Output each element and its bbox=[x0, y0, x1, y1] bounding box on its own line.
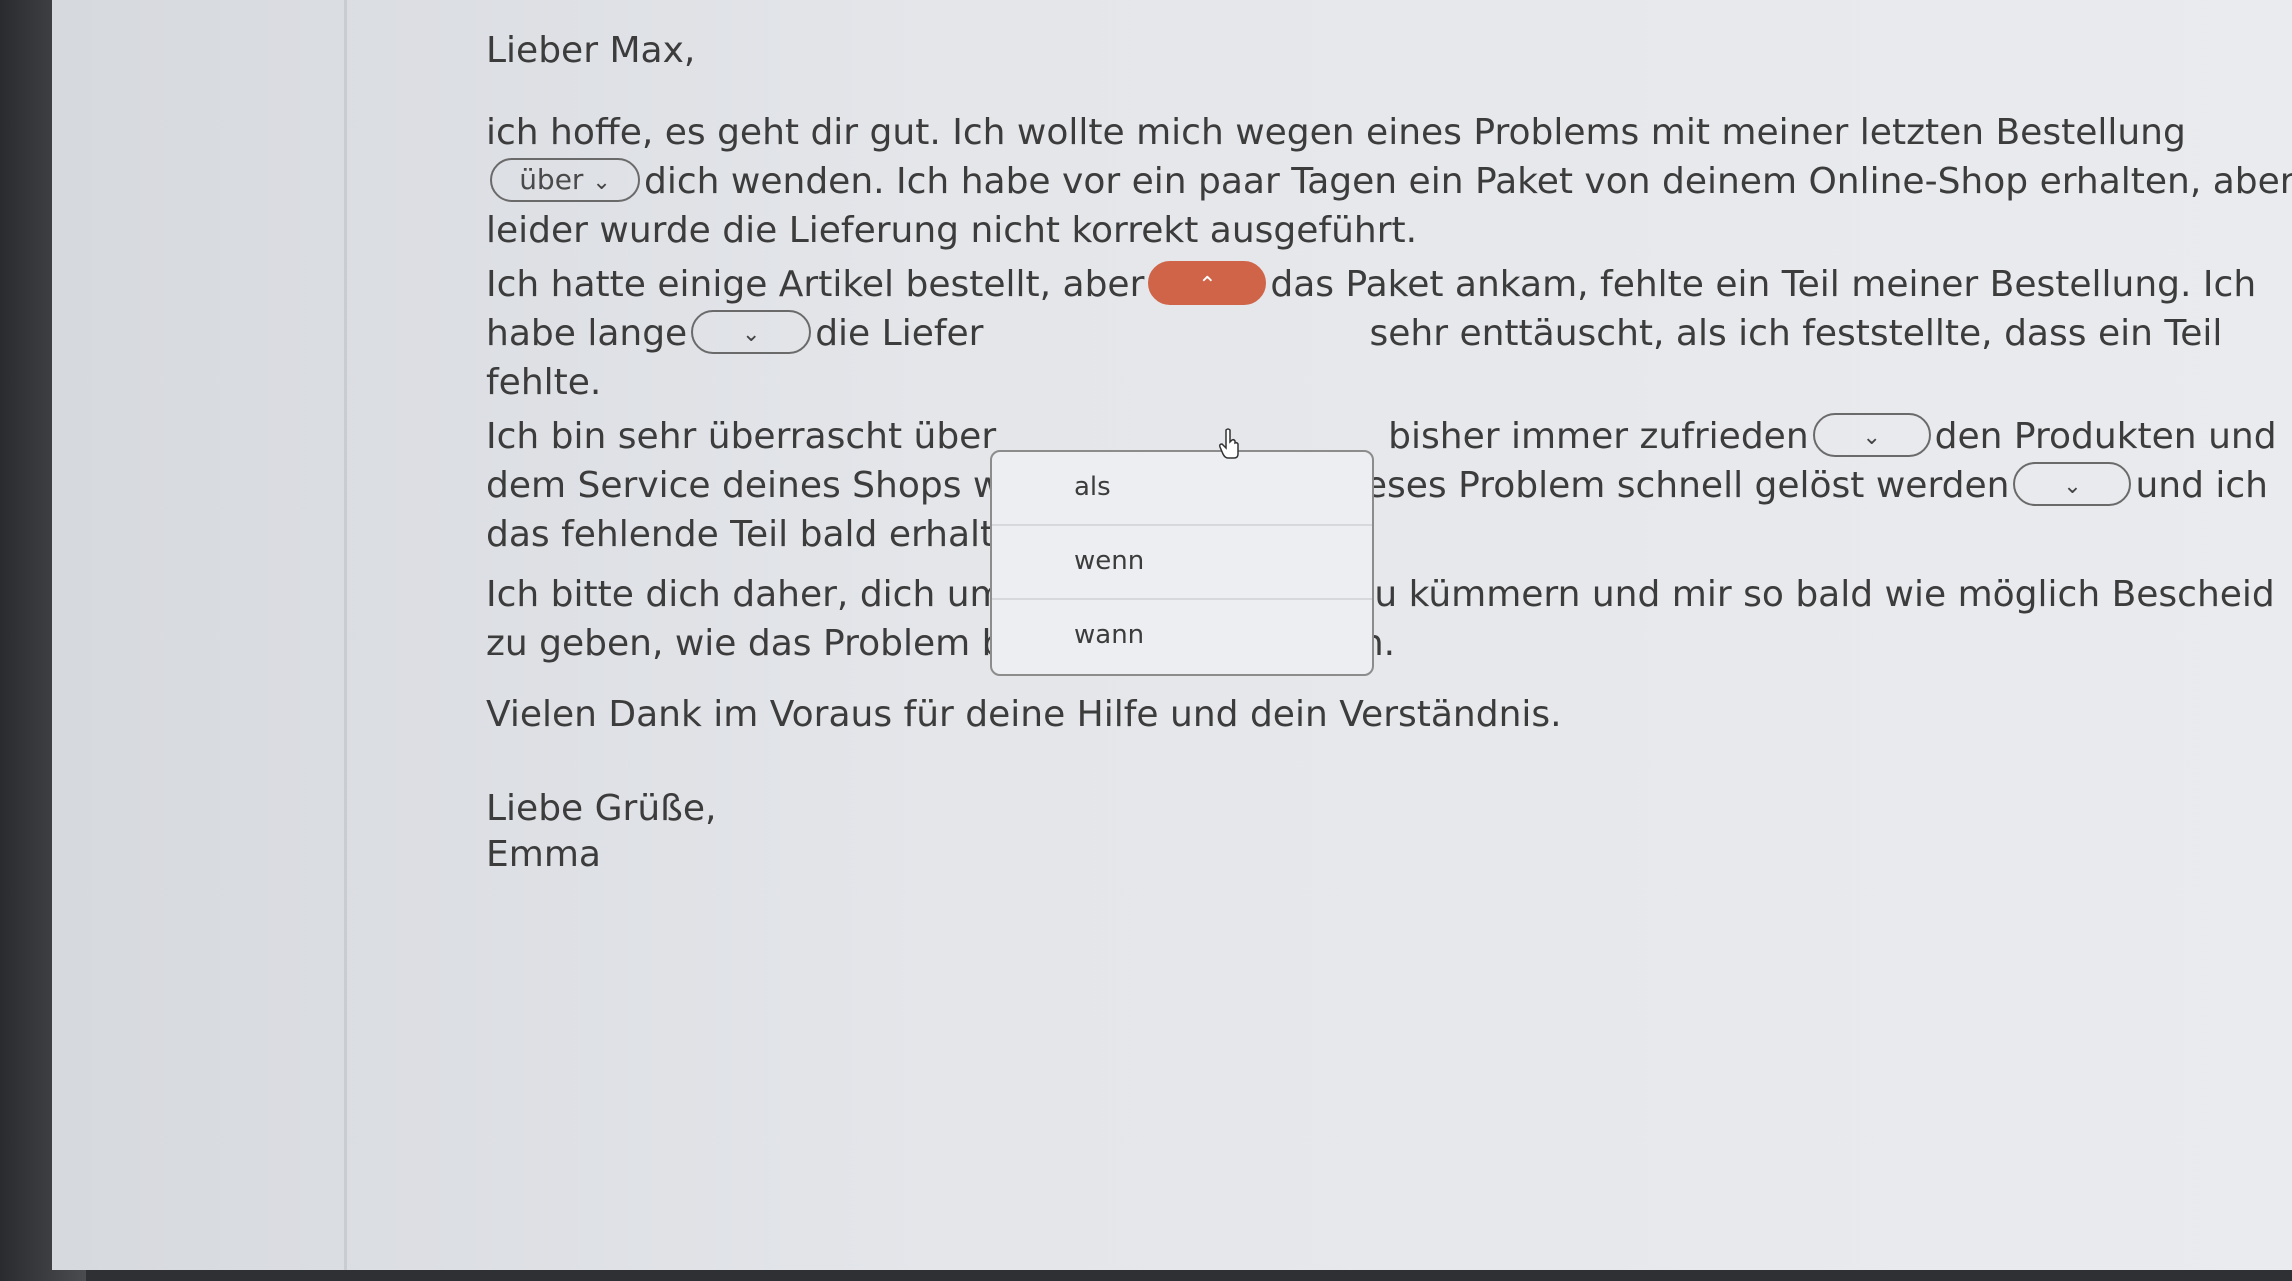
gap-dropdown-4[interactable]: ⌄ bbox=[1812, 413, 1931, 457]
signature-text: Emma bbox=[486, 834, 601, 875]
paragraph-3: Ich bin sehr überrascht über bisher immer… bbox=[486, 412, 2277, 559]
p1-line-1: ich hoffe, es geht dir gut. Ich wollte m… bbox=[486, 112, 2186, 153]
hand-pointer-icon bbox=[1219, 428, 1239, 459]
chevron-down-icon: ⌄ bbox=[2063, 474, 2082, 499]
p2-line-2a: habe lange bbox=[486, 313, 688, 354]
paragraph-2: Ich hatte einige Artikel bestellt, aber ⌃… bbox=[486, 260, 2256, 407]
option-label: als bbox=[1074, 472, 1111, 502]
p3-line-1a: Ich bin sehr überrascht über bbox=[486, 416, 997, 457]
p1-line-2-text: dich wenden. Ich habe vor ein paar Tagen… bbox=[644, 161, 2292, 202]
p3-line-3: das fehlende Teil bald erhalten werde. bbox=[486, 514, 1173, 555]
p2-line-2b: die Liefer bbox=[815, 313, 984, 354]
closing-block: Liebe Grüße, Emma bbox=[486, 784, 716, 876]
closing-text: Liebe Grüße, bbox=[486, 788, 717, 829]
chevron-down-icon: ⌄ bbox=[741, 322, 761, 347]
option-wenn[interactable]: wenn bbox=[992, 526, 1372, 600]
p2-line-1: Ich hatte einige Artikel bestellt, aber ⌃… bbox=[486, 260, 2256, 309]
paragraph-1: ich hoffe, es geht dir gut. Ich wollte m… bbox=[486, 108, 2292, 255]
option-label: wenn bbox=[1074, 546, 1145, 576]
p3-line-2b: und ich bbox=[2135, 465, 2268, 506]
gap-dropdown-5[interactable]: ⌄ bbox=[2013, 462, 2132, 506]
p2-line-2: habe lange ⌄ die Liefer sehr enttäuscht, al… bbox=[486, 309, 2256, 358]
p4-line-1: Ich bitte dich daher, dich um die Angele… bbox=[486, 574, 2275, 615]
p3-line-1c: den Produkten und bbox=[1934, 416, 2277, 457]
p3-line-2: dem Service deines Shops war. Ich hoffe,… bbox=[486, 461, 2277, 510]
option-wann[interactable]: wann bbox=[992, 600, 1372, 674]
gap-options-menu: als wenn wann bbox=[990, 450, 1374, 676]
chevron-down-icon: ⌄ bbox=[1862, 425, 1881, 450]
greeting: Lieber Max, bbox=[486, 26, 695, 75]
chevron-up-icon: ⌃ bbox=[1198, 273, 1217, 298]
option-label: wann bbox=[1074, 620, 1145, 650]
p3-line-1: Ich bin sehr überrascht über bisher immer… bbox=[486, 412, 2277, 461]
gap-dropdown-3[interactable]: ⌄ bbox=[691, 310, 812, 354]
gap-dropdown-1[interactable]: über ⌄ bbox=[490, 158, 640, 202]
p5-line-1: Vielen Dank im Voraus für deine Hilfe un… bbox=[486, 694, 1562, 735]
paragraph-5: Vielen Dank im Voraus für deine Hilfe un… bbox=[486, 690, 1562, 739]
p1-line-3: leider wurde die Lieferung nicht korrekt… bbox=[486, 210, 1418, 251]
p4-line-2: zu geben, wie das Problem behoben werden… bbox=[486, 623, 1396, 664]
screen: Lieber Max, ich hoffe, es geht dir gut. … bbox=[0, 0, 2292, 1281]
page-divider bbox=[344, 0, 347, 1270]
option-als[interactable]: als bbox=[992, 452, 1372, 526]
p1-line-2: über ⌄ dich wenden. Ich habe vor ein paar… bbox=[486, 157, 2292, 206]
greeting-text: Lieber Max, bbox=[486, 30, 696, 71]
gap-dropdown-2-open[interactable]: ⌃ bbox=[1148, 261, 1267, 305]
p2-line-3: fehlte. bbox=[486, 362, 602, 403]
p2-line-1b: das Paket ankam, fehlte ein Teil meiner … bbox=[1270, 264, 2257, 305]
p2-line-1a: Ich hatte einige Artikel bestellt, aber bbox=[486, 264, 1145, 305]
paragraph-4: Ich bitte dich daher, dich um die Angele… bbox=[486, 570, 2275, 668]
gap-1-value: über bbox=[519, 163, 584, 196]
p2-line-2c: sehr enttäuscht, als ich feststellte, da… bbox=[1369, 313, 2223, 354]
p3-line-1b: bisher immer zufrieden bbox=[1388, 416, 1809, 457]
chevron-down-icon: ⌄ bbox=[592, 170, 611, 195]
